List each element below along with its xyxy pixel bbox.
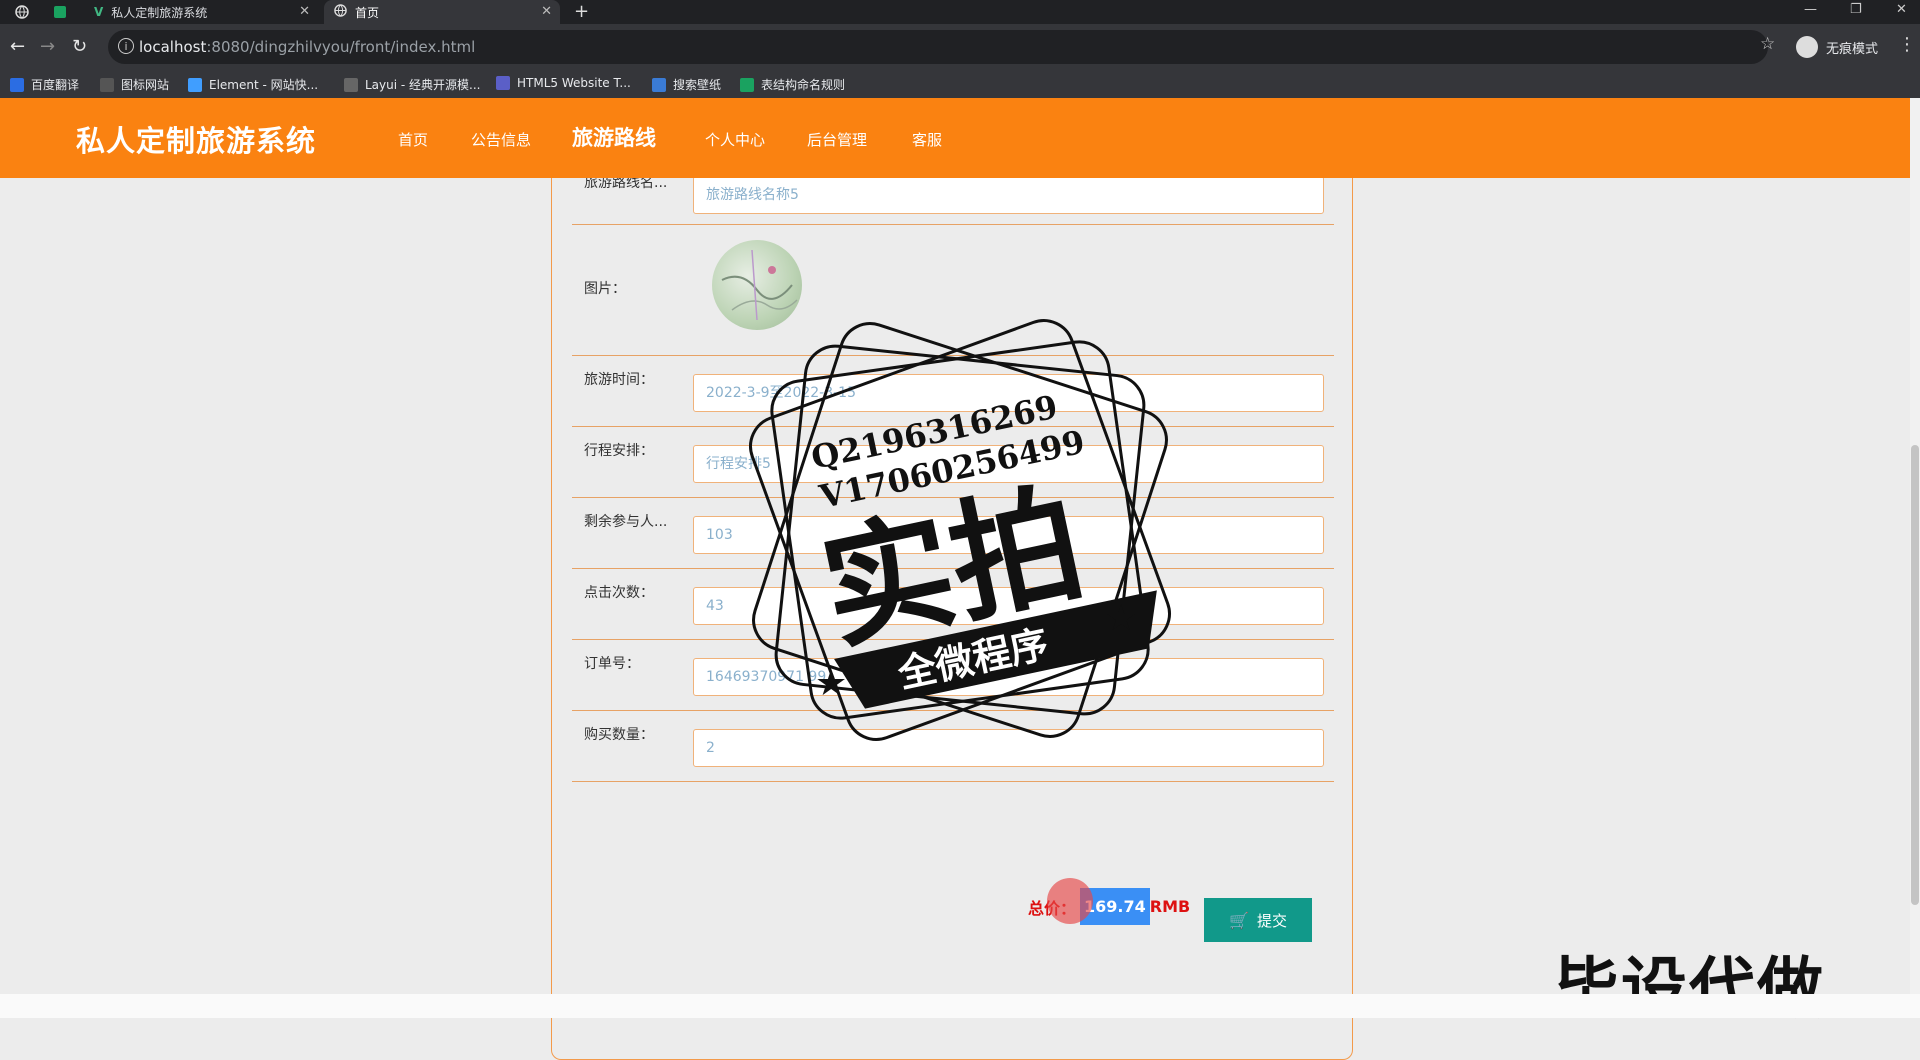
tab-system[interactable]: V 私人定制旅游系统 ✕ <box>84 0 318 24</box>
url-path: :8080/dingzhilvyou/front/index.html <box>206 38 476 56</box>
bookmark-item[interactable]: HTML5 Website T... <box>496 76 631 90</box>
order-no-input[interactable]: 16469370971 99 <box>693 658 1324 696</box>
sheet-icon <box>740 77 754 92</box>
minimize-icon[interactable]: — <box>1804 2 1817 17</box>
remaining-input[interactable]: 103 <box>693 516 1324 554</box>
order-no-label: 订单号： <box>584 656 640 672</box>
bookmark-label: Layui - 经典开源模... <box>365 78 481 92</box>
browser-tab-strip: V 私人定制旅游系统 ✕ 首页 ✕ + — ❐ ✕ <box>0 0 1920 24</box>
vue-icon: V <box>94 5 104 19</box>
quantity-label: 购买数量： <box>584 727 654 743</box>
bookmark-label: HTML5 Website T... <box>517 76 631 90</box>
submit-button[interactable]: 🛒 提交 <box>1204 898 1312 942</box>
bookmark-item[interactable]: 图标网站 <box>100 76 169 93</box>
order-form-card: 旅游路线名... 旅游路线名称5 图片： 旅游时间： 2022-3-9至2022… <box>551 175 1353 1060</box>
nav-routes[interactable]: 旅游路线 <box>572 122 656 152</box>
route-name-input[interactable]: 旅游路线名称5 <box>693 176 1324 214</box>
form-row-quantity: 购买数量： 2 <box>572 710 1334 782</box>
form-row-clicks: 点击次数： 43 <box>572 568 1334 640</box>
new-tab-icon[interactable]: + <box>574 1 589 22</box>
remaining-label: 剩余参与人... <box>584 514 668 530</box>
wallpaper-icon <box>652 77 666 92</box>
bookmarks-bar: 百度翻译 图标网站 Element - 网站快... Layui - 经典开源模… <box>0 70 1920 98</box>
restore-icon[interactable]: ❐ <box>1850 2 1862 17</box>
back-icon[interactable]: ← <box>10 36 25 57</box>
route-image <box>712 240 802 330</box>
total-unit: RMB <box>1149 897 1191 916</box>
cart-icon: 🛒 <box>1229 910 1249 930</box>
url-host: localhost <box>139 38 207 56</box>
nav-personal-center[interactable]: 个人中心 <box>705 129 765 150</box>
bookmark-item[interactable]: Layui - 经典开源模... <box>344 76 480 93</box>
nav-admin[interactable]: 后台管理 <box>807 129 867 150</box>
clicks-label: 点击次数： <box>584 585 654 601</box>
image-label: 图片： <box>584 281 626 297</box>
bookmark-label: 百度翻译 <box>31 78 80 92</box>
form-row-itinerary: 行程安排： 行程安排5 <box>572 426 1334 498</box>
tab-title: 首页 <box>355 5 380 20</box>
bookmark-icon <box>10 77 24 92</box>
form-row-order-no: 订单号： 16469370971 99 <box>572 639 1334 711</box>
layui-icon <box>344 77 358 92</box>
cursor-highlight <box>1047 878 1093 924</box>
page-viewport: 旅游路线名... 旅游路线名称5 图片： 旅游时间： 2022-3-9至2022… <box>0 98 1920 1060</box>
incognito-icon <box>1796 36 1818 58</box>
close-icon[interactable]: ✕ <box>299 4 310 19</box>
quantity-input[interactable]: 2 <box>693 729 1324 767</box>
bookmark-item[interactable]: 百度翻译 <box>10 76 79 93</box>
address-bar[interactable]: i localhost:8080/dingzhilvyou/front/inde… <box>108 30 1768 64</box>
form-row-image: 图片： <box>572 224 1334 356</box>
info-icon[interactable]: i <box>118 38 134 54</box>
globe-icon <box>334 4 347 20</box>
close-icon[interactable]: ✕ <box>541 4 552 19</box>
bookmark-label: Element - 网站快... <box>209 78 319 92</box>
globe-icon[interactable] <box>14 4 30 20</box>
incognito-indicator[interactable]: 无痕模式 <box>1796 36 1878 58</box>
clicks-input[interactable]: 43 <box>693 587 1324 625</box>
bookmark-item[interactable]: 表结构命名规则 <box>740 76 845 93</box>
tab-home[interactable]: 首页 ✕ <box>324 0 560 24</box>
incognito-label: 无痕模式 <box>1826 41 1879 57</box>
site-brand[interactable]: 私人定制旅游系统 <box>76 118 316 160</box>
itinerary-input[interactable]: 行程安排5 <box>693 445 1324 483</box>
element-icon <box>188 77 202 92</box>
bookmark-star-icon[interactable]: ☆ <box>1760 34 1775 54</box>
submit-label: 提交 <box>1256 911 1287 930</box>
forward-icon[interactable]: → <box>40 36 55 57</box>
browser-toolbar: ← → ↻ i localhost:8080/dingzhilvyou/fron… <box>0 24 1920 70</box>
sheet-icon[interactable] <box>52 4 68 20</box>
bookmark-label: 搜索壁纸 <box>673 78 722 92</box>
site-header: 私人定制旅游系统 首页 公告信息 旅游路线 个人中心 后台管理 客服 <box>0 98 1910 178</box>
menu-icon[interactable]: ⋮ <box>1898 34 1916 55</box>
nav-home[interactable]: 首页 <box>398 129 428 150</box>
travel-time-label: 旅游时间： <box>584 372 654 388</box>
nav-notices[interactable]: 公告信息 <box>471 129 531 150</box>
reload-icon[interactable]: ↻ <box>72 36 87 57</box>
bookmark-label: 图标网站 <box>121 78 170 92</box>
itinerary-label: 行程安排： <box>584 443 654 459</box>
bookmark-item[interactable]: Element - 网站快... <box>188 76 318 93</box>
flag-icon <box>100 77 114 92</box>
form-row-travel-time: 旅游时间： 2022-3-9至2022-3-15 <box>572 355 1334 427</box>
html5-icon <box>496 76 510 90</box>
travel-time-input[interactable]: 2022-3-9至2022-3-15 <box>693 374 1324 412</box>
url-text[interactable]: localhost:8080/dingzhilvyou/front/index.… <box>139 38 475 56</box>
bookmark-label: 表结构命名规则 <box>761 78 846 92</box>
nav-customer-service[interactable]: 客服 <box>912 129 942 150</box>
bookmark-item[interactable]: 搜索壁纸 <box>652 76 721 93</box>
close-window-icon[interactable]: ✕ <box>1896 2 1907 17</box>
tab-title: 私人定制旅游系统 <box>111 5 208 20</box>
form-row-remaining: 剩余参与人... 103 <box>572 497 1334 569</box>
page-bottom <box>0 994 1920 1018</box>
scrollbar-thumb[interactable] <box>1911 445 1919 905</box>
